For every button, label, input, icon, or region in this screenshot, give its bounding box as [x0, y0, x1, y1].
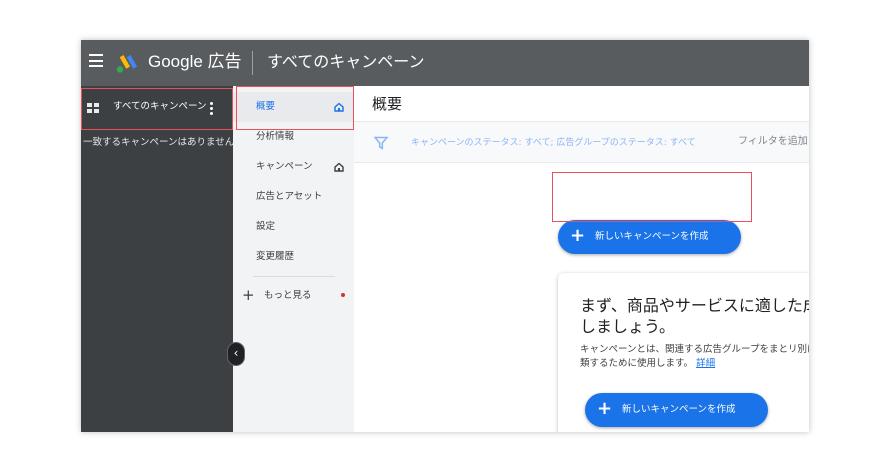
button-label: 新しいキャンペーンを作成	[622, 404, 736, 415]
getting-started-card: まず、商品やサービスに適した成しましょう。 キャンペーンとは、関連する広告グルー…	[558, 273, 809, 432]
plus-icon: +	[570, 225, 586, 246]
home-icon	[334, 162, 344, 172]
nav-item-more[interactable]: + もっと見る	[233, 280, 354, 310]
page-title: 概要	[372, 95, 403, 113]
add-filter-link[interactable]: フィルタを追加	[738, 136, 808, 148]
nav-item-label: 設定	[256, 221, 276, 232]
app-window: Google 広告 すべてのキャンペーン すべてのキャンペーン 一致するキャンペ…	[81, 40, 809, 432]
plus-icon: +	[242, 286, 255, 304]
button-label: 新しいキャンペーンを作成	[595, 231, 709, 242]
card-description-text: キャンペーンとは、関連する広告グループをまとリ別に分類するために使用します。	[580, 344, 809, 369]
filter-bar: キャンペーンのステータス: すべて; 広告グループのステータス: すべて フィル…	[354, 121, 809, 163]
nav-item-change-history[interactable]: 変更履歴	[233, 242, 354, 272]
nav-item-overview[interactable]: 概要	[233, 92, 354, 122]
nav-item-label: キャンペーン	[256, 161, 313, 172]
card-description: キャンペーンとは、関連する広告グループをまとリ別に分類するために使用します。 詳…	[580, 343, 809, 371]
top-bar: Google 広告 すべてのキャンペーン	[81, 40, 809, 86]
nav-item-settings[interactable]: 設定	[233, 212, 354, 242]
home-icon	[334, 102, 344, 112]
main-content: 概要 キャンペーンのステータス: すべて; 広告グループのステータス: すべて …	[354, 86, 809, 432]
nav-item-label: もっと見る	[264, 290, 312, 301]
all-campaigns-label: すべてのキャンペーン	[113, 101, 207, 112]
plus-icon: +	[597, 398, 613, 419]
grid-icon	[87, 103, 99, 113]
card-new-campaign-button[interactable]: + 新しいキャンペーンを作成	[585, 393, 768, 427]
section-title: すべてのキャンペーン	[267, 52, 425, 71]
learn-more-link[interactable]: 詳細	[696, 358, 715, 369]
header-divider	[252, 51, 253, 75]
google-ads-logo	[116, 55, 137, 73]
filter-icon[interactable]	[374, 136, 388, 150]
brand-name: Google 広告	[148, 52, 242, 71]
nav-item-label: 広告とアセット	[256, 191, 323, 202]
nav-item-label: 変更履歴	[256, 251, 295, 262]
collapse-sidebar-button[interactable]: ‹	[227, 342, 245, 366]
filter-status-text[interactable]: キャンペーンのステータス: すべて; 広告グループのステータス: すべて	[411, 137, 696, 149]
nav-item-insights[interactable]: 分析情報	[233, 122, 354, 152]
menu-icon[interactable]	[89, 54, 103, 70]
all-campaigns-selector[interactable]: すべてのキャンペーン	[81, 88, 233, 130]
new-campaign-button[interactable]: + 新しいキャンペーンを作成	[558, 220, 741, 254]
nav-item-label: 分析情報	[256, 131, 295, 142]
empty-state-text: 一致するキャンペーンはありません	[83, 137, 235, 148]
nav-item-label: 概要	[256, 101, 276, 112]
campaign-sidebar: すべてのキャンペーン 一致するキャンペーンはありません	[81, 86, 235, 432]
nav-divider	[253, 276, 335, 277]
notification-dot	[341, 293, 345, 297]
page-nav: 概要 分析情報 キャンペーン 広告とアセット 設定 変更履歴 + もっと見る	[233, 86, 354, 432]
card-heading: まず、商品やサービスに適した成しましょう。	[580, 296, 809, 336]
nav-item-ads-assets[interactable]: 広告とアセット	[233, 182, 354, 212]
nav-item-campaigns[interactable]: キャンペーン	[233, 152, 354, 182]
more-vert-icon[interactable]	[210, 102, 214, 116]
